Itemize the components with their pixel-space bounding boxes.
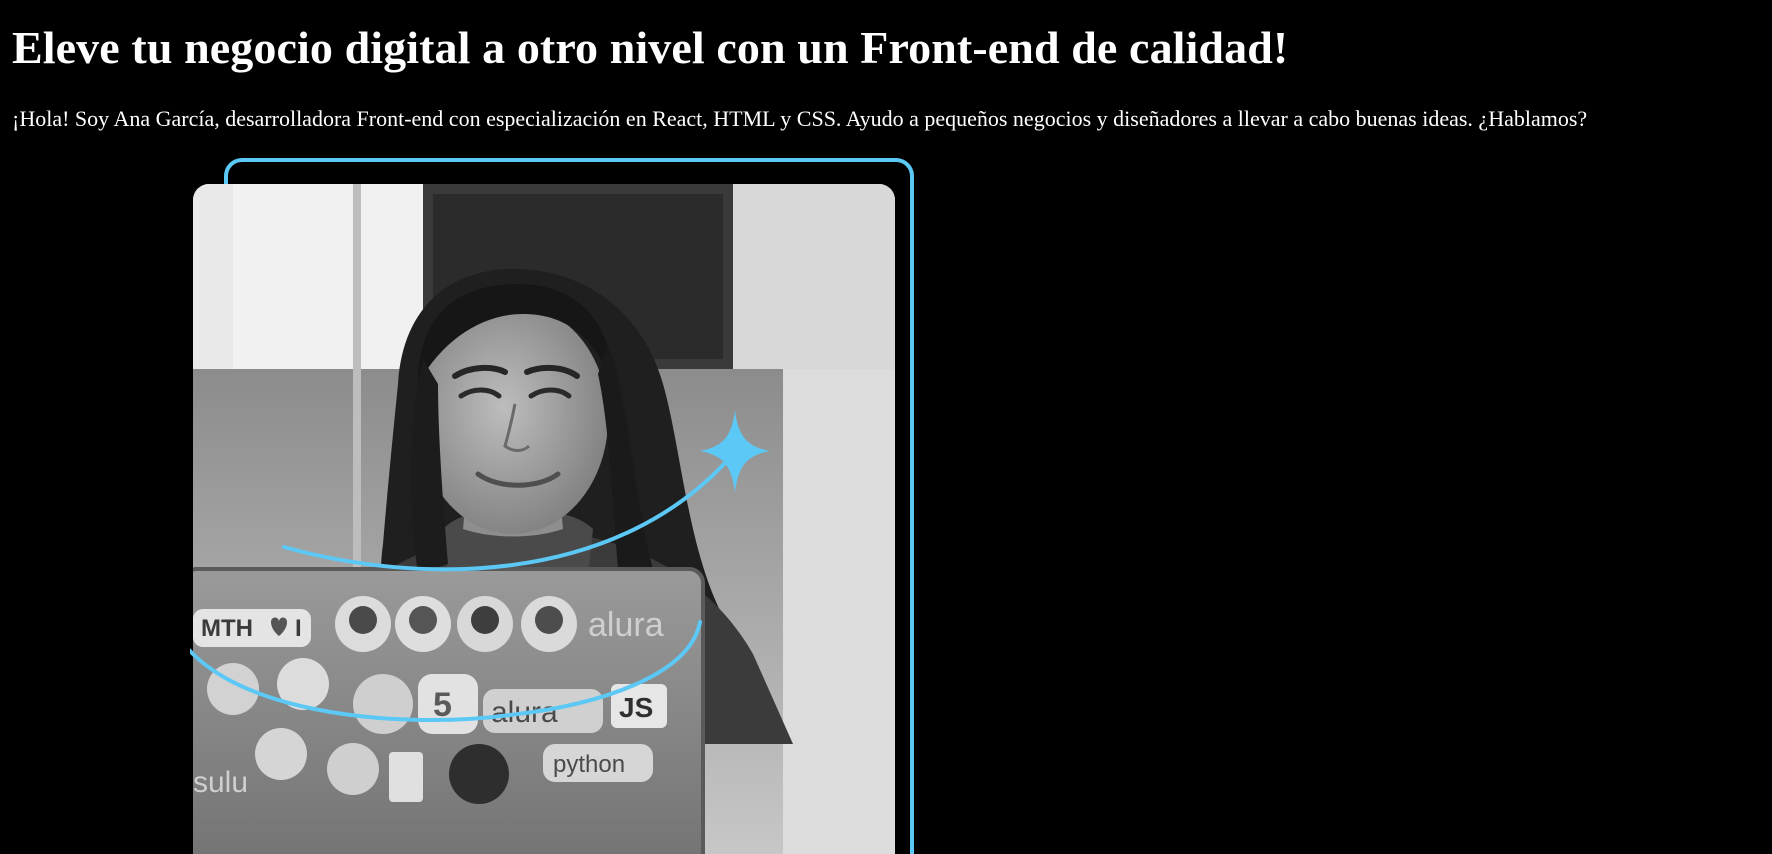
svg-text:5: 5 (433, 686, 452, 724)
sticker-mth-text: MTH (201, 615, 253, 642)
sticker-i-text: I (295, 615, 302, 642)
sticker-alura-mid: alura (491, 696, 558, 729)
sticker-js-text: JS (619, 692, 653, 723)
hero-image-container: MTH I alura 5 alura JS python sulu (190, 155, 926, 854)
sticker-alura-top: alura (588, 606, 664, 644)
hero-intro: ¡Hola! Soy Ana García, desarrolladora Fr… (12, 106, 1588, 131)
hero-photo: MTH I alura 5 alura JS python sulu (193, 184, 895, 854)
hero-headline: Eleve tu negocio digital a otro nivel co… (12, 22, 1289, 73)
sticker-python-text: python (553, 751, 625, 778)
sticker-alura-side: sulu (193, 766, 248, 799)
